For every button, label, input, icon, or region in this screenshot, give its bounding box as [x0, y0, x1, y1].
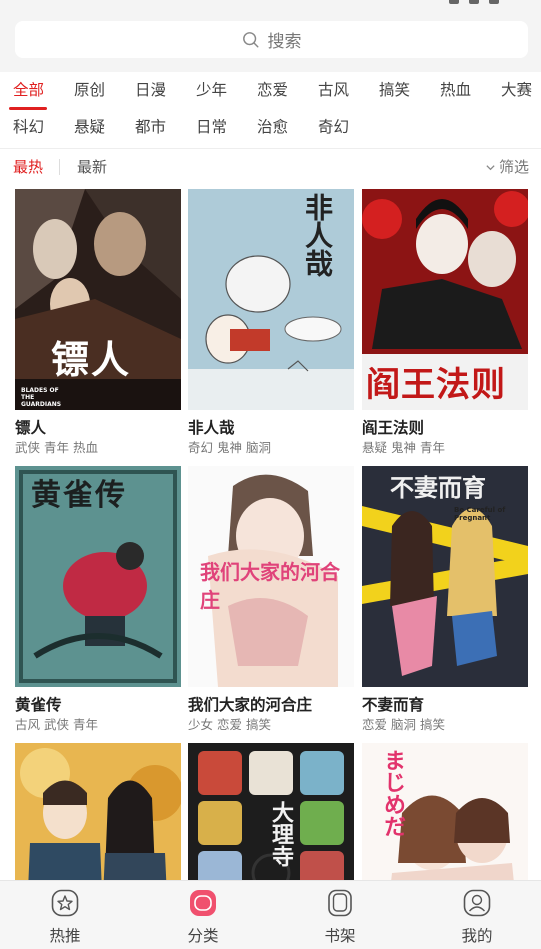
category-daily[interactable]: 日常	[196, 108, 227, 146]
comic-card[interactable]: 不妻而育 Be Careful of Pregnant 不妻而育 恋爱 脑洞 搞…	[362, 466, 528, 733]
comic-card[interactable]: 镖人 BLADES OF THE GUARDIANS 镖人 武侠 青年 热血	[15, 189, 181, 456]
cover-title: 大理寺	[268, 801, 294, 867]
search-input[interactable]: 搜索	[15, 21, 528, 58]
cover-title: 黄雀传	[31, 478, 127, 513]
sort-separator	[59, 159, 60, 175]
comic-cover[interactable]: 镖人 BLADES OF THE GUARDIANS	[15, 189, 181, 410]
sort-hot-tab[interactable]: 最热	[13, 149, 43, 185]
comic-tags: 恋爱 脑洞 搞笑	[362, 717, 445, 732]
comic-cover[interactable]: 阎王法则	[362, 189, 528, 410]
search-icon	[242, 31, 258, 47]
cover-art	[15, 743, 181, 880]
category-icon	[190, 890, 216, 916]
cover-title: 非人哉	[301, 193, 334, 277]
star-icon	[51, 889, 79, 917]
category-shonen[interactable]: 少年	[196, 71, 227, 109]
comic-card[interactable]: 我们大家的河合庄 我们大家的河合庄 少女 恋爱 搞笑	[188, 466, 354, 733]
category-japanese[interactable]: 日漫	[135, 71, 166, 109]
filter-button[interactable]: 筛选	[485, 149, 529, 185]
cover-title: 我们大家的河合庄	[200, 560, 340, 612]
comic-cover[interactable]: 大理寺	[188, 743, 354, 880]
tab-bookshelf[interactable]: 书架	[290, 881, 390, 949]
category-row-1: 全部 原创 日漫 少年 恋爱 古风 搞笑 热血 大赛	[0, 71, 541, 110]
category-mystery[interactable]: 悬疑	[74, 108, 105, 146]
comic-cover[interactable]: 不妻而育 Be Careful of Pregnant	[362, 466, 528, 687]
category-all[interactable]: 全部	[13, 71, 44, 109]
cover-title: 阎王法则	[366, 365, 506, 405]
category-urban[interactable]: 都市	[135, 108, 166, 146]
comic-card[interactable]: 非人哉 非人哉 奇幻 鬼神 脑洞	[188, 189, 354, 456]
sort-bar: 最热 最新 筛选	[0, 149, 541, 185]
tab-label: 热推	[49, 927, 81, 945]
cover-title: まじめだ	[380, 749, 406, 837]
filter-label: 筛选	[498, 158, 529, 176]
cover-subtitle: Be Careful of Pregnant	[454, 506, 506, 522]
tab-label: 我的	[461, 927, 493, 945]
user-icon	[463, 889, 491, 917]
comic-tags: 古风 武侠 青年	[15, 717, 98, 732]
category-original[interactable]: 原创	[74, 71, 105, 109]
bookshelf-icon	[328, 889, 352, 917]
sort-new-tab[interactable]: 最新	[77, 149, 107, 185]
bottom-tab-bar: 热推 分类 书架 我的	[0, 880, 541, 949]
comic-tags: 武侠 青年 热血	[15, 440, 98, 455]
category-comedy[interactable]: 搞笑	[379, 71, 410, 109]
comic-title: 我们大家的河合庄	[188, 696, 313, 714]
comic-grid: 镖人 BLADES OF THE GUARDIANS 镖人 武侠 青年 热血 非…	[0, 189, 541, 880]
category-ancient[interactable]: 古风	[318, 71, 349, 109]
category-romance[interactable]: 恋爱	[257, 71, 288, 109]
comic-title: 不妻而育	[362, 696, 425, 714]
tab-category[interactable]: 分类	[153, 881, 253, 949]
tab-label: 分类	[187, 927, 219, 945]
search-placeholder: 搜索	[267, 32, 302, 52]
comic-card[interactable]: 阎王法则 阎王法则 悬疑 鬼神 青年	[362, 189, 528, 456]
comic-card[interactable]	[15, 743, 181, 880]
comic-card[interactable]: 黄雀传 黄雀传 古风 武侠 青年	[15, 466, 181, 733]
comic-title: 非人哉	[188, 419, 235, 437]
comic-title: 阎王法则	[362, 419, 425, 437]
cover-title: 不妻而育	[390, 473, 486, 502]
comic-card[interactable]: 大理寺	[188, 743, 354, 880]
status-bar-icons	[449, 0, 499, 4]
comic-cover[interactable]: まじめだ	[362, 743, 528, 880]
cover-title: 镖人	[51, 337, 132, 382]
category-row-2: 科幻 悬疑 都市 日常 治愈 奇幻	[0, 108, 541, 146]
comic-title: 镖人	[15, 419, 47, 437]
comic-cover[interactable]: 我们大家的河合庄	[188, 466, 354, 687]
category-contest[interactable]: 大赛	[501, 71, 532, 109]
comic-title: 黄雀传	[15, 696, 62, 714]
top-header: 搜索	[0, 0, 541, 72]
cover-subtitle: BLADES OF THE GUARDIANS	[21, 387, 62, 408]
category-action[interactable]: 热血	[440, 71, 471, 109]
comic-tags: 少女 恋爱 搞笑	[188, 717, 271, 732]
comic-cover[interactable]: 黄雀传	[15, 466, 181, 687]
comic-tags: 悬疑 鬼神 青年	[362, 440, 445, 455]
tab-label: 书架	[324, 927, 356, 945]
category-scifi[interactable]: 科幻	[13, 108, 44, 146]
comic-tags: 奇幻 鬼神 脑洞	[188, 440, 271, 455]
tab-hot-recommend[interactable]: 热推	[15, 881, 115, 949]
tab-profile[interactable]: 我的	[427, 881, 527, 949]
category-fantasy[interactable]: 奇幻	[318, 108, 349, 146]
comic-cover[interactable]: 非人哉	[188, 189, 354, 410]
category-healing[interactable]: 治愈	[257, 108, 288, 146]
comic-card[interactable]: まじめだ	[362, 743, 528, 880]
comic-cover[interactable]	[15, 743, 181, 880]
chevron-down-icon	[486, 164, 495, 170]
